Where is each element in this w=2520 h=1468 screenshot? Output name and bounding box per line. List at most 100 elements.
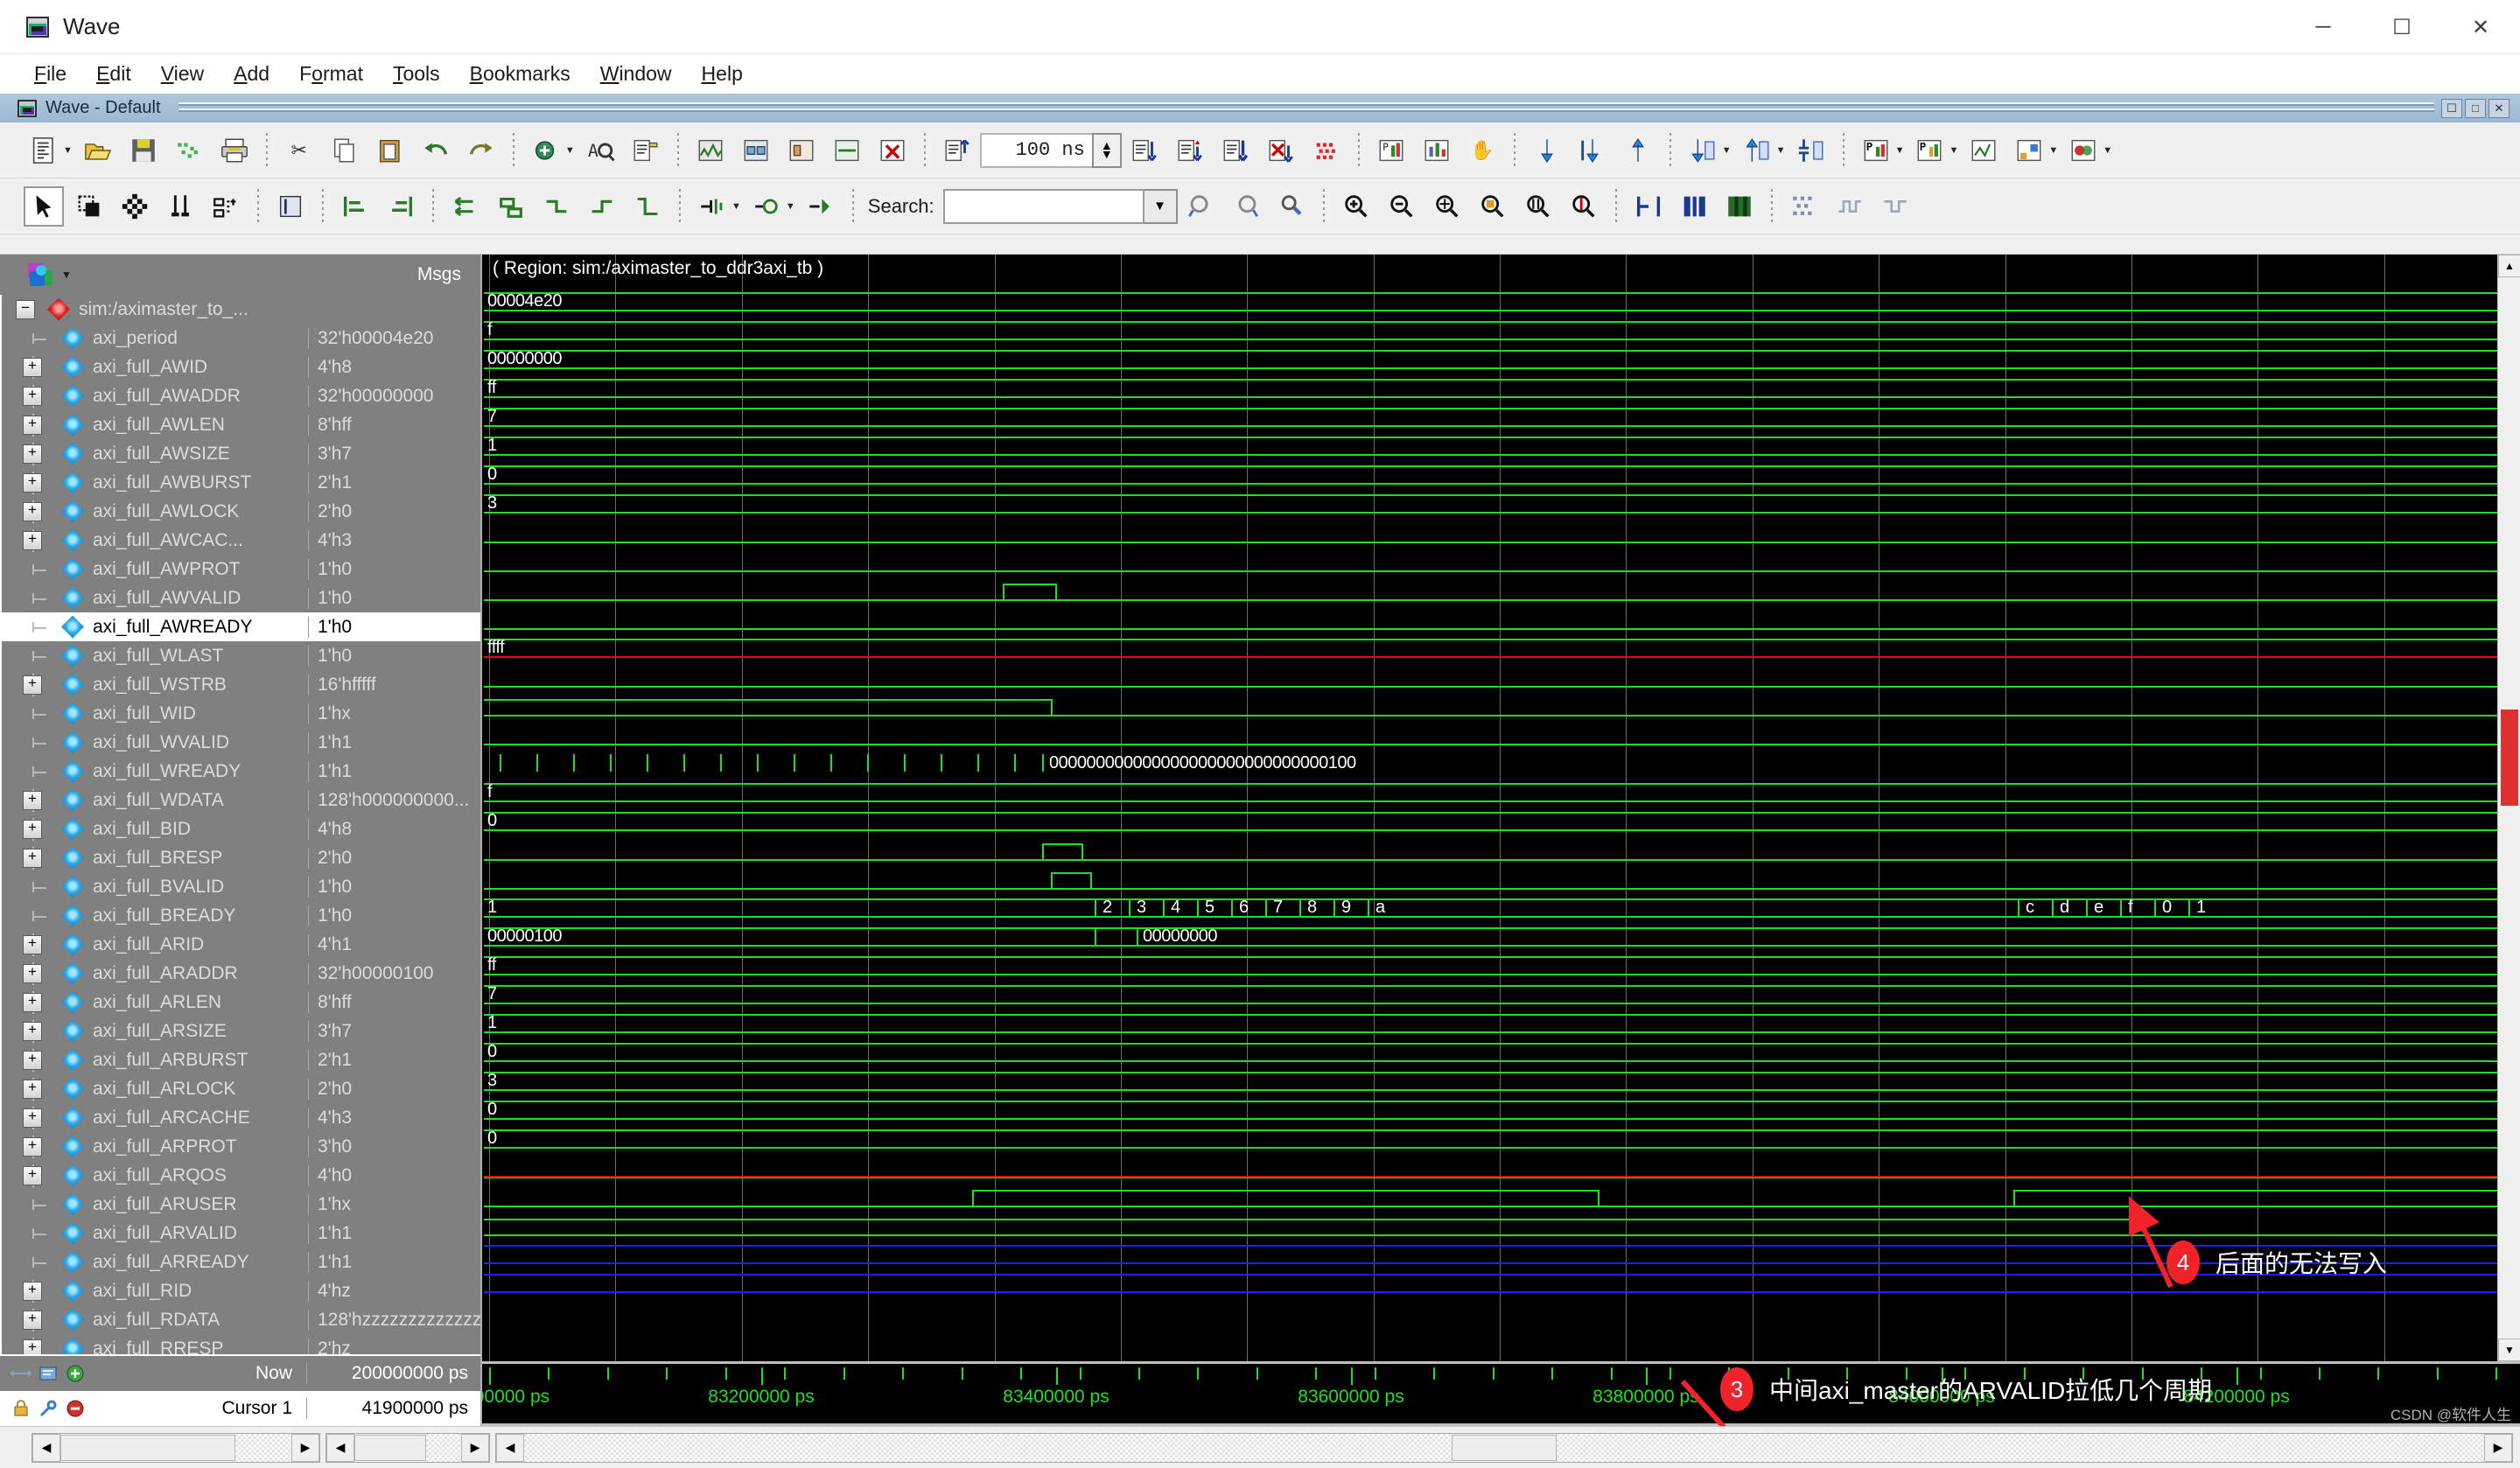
tree-expander-button[interactable]: + <box>23 963 42 983</box>
add-cursor-icon[interactable] <box>526 130 566 171</box>
signal-row-21[interactable]: + axi_full_ARID 4'h1 <box>2 930 480 959</box>
wave-delete-icon[interactable] <box>872 130 913 171</box>
signal-row-3[interactable]: + axi_full_AWLEN 8'hff <box>2 410 480 439</box>
wave-scroll-track-right[interactable] <box>1557 1433 2484 1462</box>
zoom-out-icon[interactable] <box>1382 186 1422 227</box>
search-dropdown-icon[interactable]: ▼ <box>1144 188 1178 224</box>
hand-icon[interactable]: ✋ <box>1462 130 1502 171</box>
align-left-icon[interactable] <box>335 186 375 227</box>
signal-row-22[interactable]: + axi_full_ARADDR 32'h00000100 <box>2 959 480 988</box>
bookmark3-icon[interactable] <box>1964 130 2004 171</box>
wave-ungroup-icon[interactable] <box>781 130 822 171</box>
signal-row-33[interactable]: + axi_full_RID 4'hz <box>2 1276 480 1305</box>
expand-icon[interactable] <box>1683 130 1723 171</box>
save-icon[interactable] <box>123 130 164 171</box>
menu-window[interactable]: Window <box>585 59 687 89</box>
value-hscrollbar[interactable]: ◀ ▶ <box>326 1432 490 1463</box>
bookmark4-icon[interactable] <box>2009 130 2049 171</box>
signal-row-12[interactable]: + axi_full_WSTRB 16'hfffff <box>2 670 480 699</box>
distribute-edge-icon[interactable] <box>582 186 622 227</box>
cursor-first-icon[interactable] <box>1527 130 1567 171</box>
search-options-icon[interactable] <box>1271 186 1312 227</box>
continue-icon[interactable] <box>1170 130 1210 171</box>
new-dropdown-caret[interactable]: ▼ <box>63 145 73 156</box>
distribute-right-icon[interactable] <box>536 186 577 227</box>
lock-icon[interactable] <box>10 1398 32 1419</box>
restart-icon[interactable] <box>937 130 977 171</box>
tree-expander-button[interactable]: + <box>23 386 42 406</box>
tree-expander-button[interactable]: + <box>23 1136 42 1157</box>
signal-row-8[interactable]: axi_full_AWPROT 1'h0 <box>2 555 480 584</box>
signal-row-19[interactable]: axi_full_BVALID 1'h0 <box>2 872 480 901</box>
tree-expander-button[interactable]: + <box>23 992 42 1012</box>
tree-expander-button[interactable]: + <box>23 1021 42 1041</box>
new-document-icon[interactable] <box>24 130 64 171</box>
tree-expander-button[interactable]: + <box>23 675 42 695</box>
signal-row-5[interactable]: + axi_full_AWBURST 2'h1 <box>2 468 480 497</box>
tree-expander-button[interactable]: + <box>23 1108 42 1128</box>
zoom-select-icon[interactable] <box>69 186 109 227</box>
wave-scroll-right[interactable]: ▶ <box>2484 1433 2512 1462</box>
menu-file[interactable]: File <box>19 59 81 89</box>
expand-caret[interactable]: ▼ <box>1722 145 1732 156</box>
waveform-pane[interactable]: ( Region: sim:/aximaster_to_ddr3axi_tb )… <box>480 255 2520 1426</box>
now-icon[interactable] <box>10 1363 32 1384</box>
tree-expander-button[interactable]: + <box>23 415 42 435</box>
add-cursor-caret[interactable]: ▼ <box>565 145 575 156</box>
menu-view[interactable]: View <box>146 59 219 89</box>
signal-row-31[interactable]: axi_full_ARVALID 1'h1 <box>2 1219 480 1248</box>
signal-row-6[interactable]: + axi_full_AWLOCK 2'h0 <box>2 497 480 526</box>
select-mode-icon[interactable] <box>24 185 64 227</box>
wave-close-button[interactable]: ✕ <box>2488 98 2510 118</box>
wave-scroll-thumb-h[interactable] <box>1452 1434 1557 1461</box>
tree-expander-button[interactable]: + <box>23 1310 42 1330</box>
fold-icon[interactable] <box>1791 130 1831 171</box>
signal-row-29[interactable]: + axi_full_ARQOS 4'h0 <box>2 1161 480 1190</box>
tree-expander-button[interactable]: + <box>23 501 42 521</box>
signal-row-4[interactable]: + axi_full_AWSIZE 3'h7 <box>2 439 480 468</box>
name-hscrollbar[interactable]: ◀ ▶ <box>32 1432 320 1463</box>
tree-expander-button[interactable]: + <box>23 1050 42 1070</box>
signal-row-13[interactable]: axi_full_WID 1'hx <box>2 699 480 728</box>
run-length-stepper[interactable]: ▲ ▼ <box>1091 132 1122 168</box>
wave-restore-button[interactable]: ☐ <box>2441 98 2462 118</box>
tree-expander-button[interactable]: + <box>23 472 42 493</box>
search-next-icon[interactable] <box>1226 186 1266 227</box>
bookmark5-caret[interactable]: ▼ <box>2103 145 2112 156</box>
value-scroll-thumb[interactable] <box>354 1434 426 1461</box>
wave-style2-icon[interactable] <box>1875 186 1915 227</box>
wave-maximize-button[interactable]: □ <box>2465 98 2486 118</box>
value-scroll-left[interactable]: ◀ <box>326 1433 354 1462</box>
tree-expander-button[interactable]: + <box>23 1079 42 1099</box>
copy-icon[interactable] <box>325 130 365 171</box>
bookmark1-icon[interactable]: P <box>1856 130 1896 171</box>
window-grip[interactable] <box>178 101 2434 115</box>
goto-marker-icon[interactable] <box>801 186 841 227</box>
signal-row-0[interactable]: axi_period 32'h00004e20 <box>2 324 480 353</box>
signal-table[interactable]: − sim:/aximaster_to_... axi_period 32'h0000… <box>0 295 480 1354</box>
distribute-left-icon[interactable] <box>445 186 486 227</box>
signal-row-34[interactable]: + axi_full_RDATA 128'hzzzzzzzzzzzzz... <box>2 1305 480 1334</box>
tree-expander-button[interactable]: − <box>16 299 35 319</box>
signal-row-23[interactable]: + axi_full_ARLEN 8'hff <box>2 988 480 1017</box>
radix-hex-icon[interactable] <box>1719 186 1760 227</box>
signal-row-27[interactable]: + axi_full_ARCACHE 4'h3 <box>2 1103 480 1132</box>
objects-icon[interactable] <box>28 263 52 286</box>
step-over-icon[interactable] <box>1417 130 1457 171</box>
name-scroll-track[interactable] <box>235 1433 291 1462</box>
signal-row-9[interactable]: axi_full_AWVALID 1'h0 <box>2 584 480 612</box>
search-prev-icon[interactable] <box>1180 186 1221 227</box>
close-button[interactable]: ✕ <box>2441 0 2520 54</box>
wave-hscrollbar[interactable]: ◀ ▶ <box>495 1432 2513 1463</box>
wave-group-icon[interactable] <box>736 130 776 171</box>
tree-expander-button[interactable]: + <box>23 1165 42 1185</box>
wave-combine-icon[interactable] <box>827 130 867 171</box>
cursor-prev-icon[interactable] <box>1572 130 1613 171</box>
name-scroll-left[interactable]: ◀ <box>32 1433 60 1462</box>
print-icon[interactable] <box>214 130 255 171</box>
bookmark2-icon[interactable]: P <box>1909 130 1950 171</box>
signal-row-11[interactable]: axi_full_WLAST 1'h0 <box>2 641 480 670</box>
zoom-in-icon[interactable] <box>1336 186 1376 227</box>
wrench-icon[interactable] <box>38 1398 59 1419</box>
edit-mode-icon[interactable] <box>206 186 246 227</box>
